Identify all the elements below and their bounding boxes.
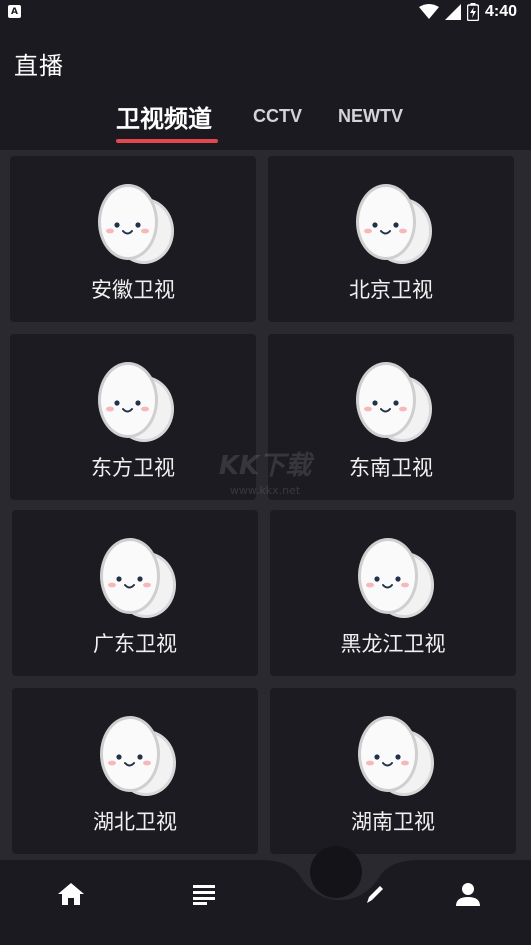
home-icon [58,883,84,905]
egg-mascot-icon [350,708,440,798]
egg-mascot-icon [90,354,180,444]
watermark-main: KK下载 [218,451,312,481]
wifi-icon [418,4,439,19]
egg-mascot-icon [90,176,180,266]
egg-mascot-icon [350,530,440,620]
channel-card[interactable]: 广东卫视 [12,510,258,676]
channel-card[interactable]: 湖南卫视 [270,688,516,854]
bottom-nav [0,860,531,945]
tab-bar: 卫视频道 CCTV NEWTV [0,96,531,148]
channel-name: 安徽卫视 [91,278,175,302]
channel-card[interactable]: 黑龙江卫视 [270,510,516,676]
nav-list-button[interactable] [184,874,224,914]
egg-mascot-icon [348,176,438,266]
egg-mascot-icon [92,530,182,620]
tab-cctv[interactable]: CCTV [253,96,302,136]
channel-card[interactable]: 安徽卫视 [10,156,256,322]
channel-card[interactable]: 湖北卫视 [12,688,258,854]
active-tab-indicator [116,139,218,143]
signal-icon [444,4,461,20]
center-action-button[interactable] [310,846,362,898]
watermark: KK下载 www.kkx.net [205,445,325,505]
channel-name: 湖北卫视 [93,810,177,834]
list-icon [193,885,215,905]
nav-home-button[interactable] [51,874,91,914]
person-icon [456,883,480,906]
status-bar: A 4:40 [0,0,531,24]
channel-name: 湖南卫视 [351,810,435,834]
status-icons: 4:40 [418,2,517,22]
edit-icon [367,886,383,903]
tab-satellite-channels[interactable]: 卫视频道 [116,96,212,136]
egg-mascot-icon [348,354,438,444]
tab-newtv[interactable]: NEWTV [338,96,403,136]
nav-profile-button[interactable] [448,874,488,914]
channel-name: 广东卫视 [93,632,177,656]
channel-name: 黑龙江卫视 [340,632,446,656]
nav-edit-button[interactable] [355,874,395,914]
channel-card[interactable]: 北京卫视 [268,156,514,322]
page-title: 直播 [14,52,64,80]
notification-badge-text: A [11,6,18,17]
watermark-url: www.kkx.net [229,484,301,497]
channel-name: 北京卫视 [349,278,433,302]
notification-icon: A [8,5,21,18]
status-time: 4:40 [484,3,517,20]
egg-mascot-icon [92,708,182,798]
battery-charging-icon [466,3,479,21]
